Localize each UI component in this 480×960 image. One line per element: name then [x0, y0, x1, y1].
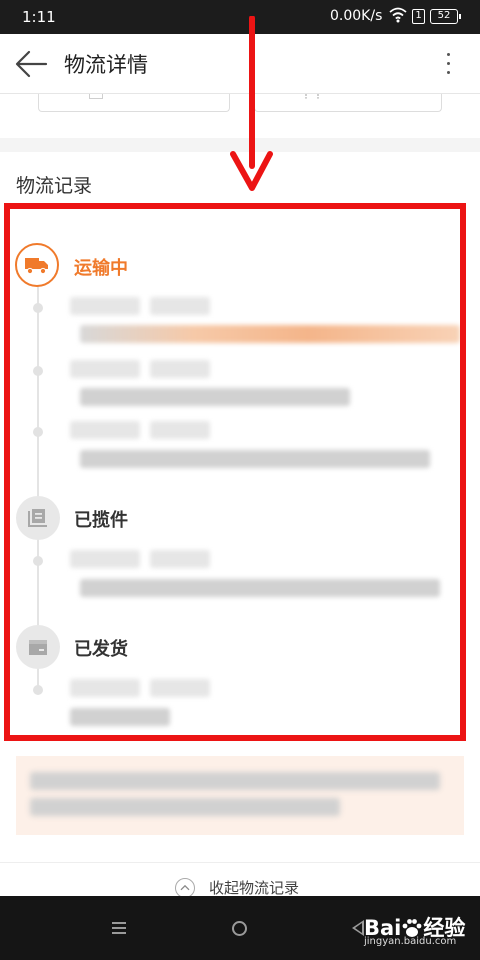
blurred-text — [30, 772, 440, 790]
more-options-icon[interactable] — [438, 48, 458, 80]
blurred-text — [70, 708, 170, 726]
blurred-text — [150, 550, 210, 568]
page-title: 物流详情 — [64, 53, 148, 77]
blurred-text — [80, 450, 430, 468]
blurred-text — [150, 679, 210, 697]
blurred-text — [80, 325, 460, 343]
timeline-dot — [33, 427, 43, 437]
button-icon-partial — [305, 94, 319, 99]
chevron-up-icon — [175, 878, 195, 898]
home-icon[interactable] — [232, 921, 247, 936]
wifi-icon — [389, 7, 407, 23]
blurred-text — [80, 388, 350, 406]
blurred-text — [150, 360, 210, 378]
blurred-text — [70, 421, 140, 439]
collapse-records-button[interactable]: 收起物流记录 — [0, 862, 480, 898]
sim-icon: 1 — [412, 9, 425, 24]
blurred-text — [70, 679, 140, 697]
logistics-detail-screen: 1:11 0.00K/s 1 52 物流详情 物流记录 运输中 已揽件 已发货 … — [0, 0, 480, 960]
timeline-dot — [33, 366, 43, 376]
timeline-dot — [33, 556, 43, 566]
blurred-text — [70, 360, 140, 378]
package-icon — [16, 496, 60, 540]
battery-icon: 52 — [430, 9, 461, 24]
watermark-url: jingyan.baidu.com — [364, 936, 457, 947]
collapse-label: 收起物流记录 — [209, 879, 300, 897]
section-title: 物流记录 — [16, 175, 93, 197]
order-action-button-left[interactable] — [38, 94, 230, 112]
order-action-button-right[interactable] — [254, 94, 442, 112]
nav-back-icon[interactable] — [352, 920, 364, 936]
timeline-node-label: 运输中 — [74, 258, 128, 279]
blurred-text — [150, 297, 210, 315]
status-time: 1:11 — [22, 8, 56, 26]
blurred-text — [70, 550, 140, 568]
notice-panel — [16, 756, 464, 835]
timeline-node-label: 已发货 — [74, 639, 128, 660]
paw-icon — [402, 919, 422, 937]
timeline-dot — [33, 303, 43, 313]
blurred-text — [150, 421, 210, 439]
blurred-text — [70, 297, 140, 315]
menu-icon[interactable] — [112, 922, 126, 934]
button-icon-partial — [89, 94, 103, 99]
timeline-dot — [33, 685, 43, 695]
timeline-node-label: 已揽件 — [74, 510, 128, 531]
annotation-arrow-icon — [230, 16, 273, 191]
baidu-jingyan-watermark: Bai 经验 jingyan.baidu.com — [364, 912, 465, 947]
back-arrow-icon[interactable] — [14, 49, 48, 79]
truck-icon — [15, 243, 59, 287]
network-speed: 0.00K/s — [330, 8, 383, 24]
blurred-text — [80, 579, 440, 597]
blurred-text — [30, 798, 340, 816]
box-icon — [16, 625, 60, 669]
